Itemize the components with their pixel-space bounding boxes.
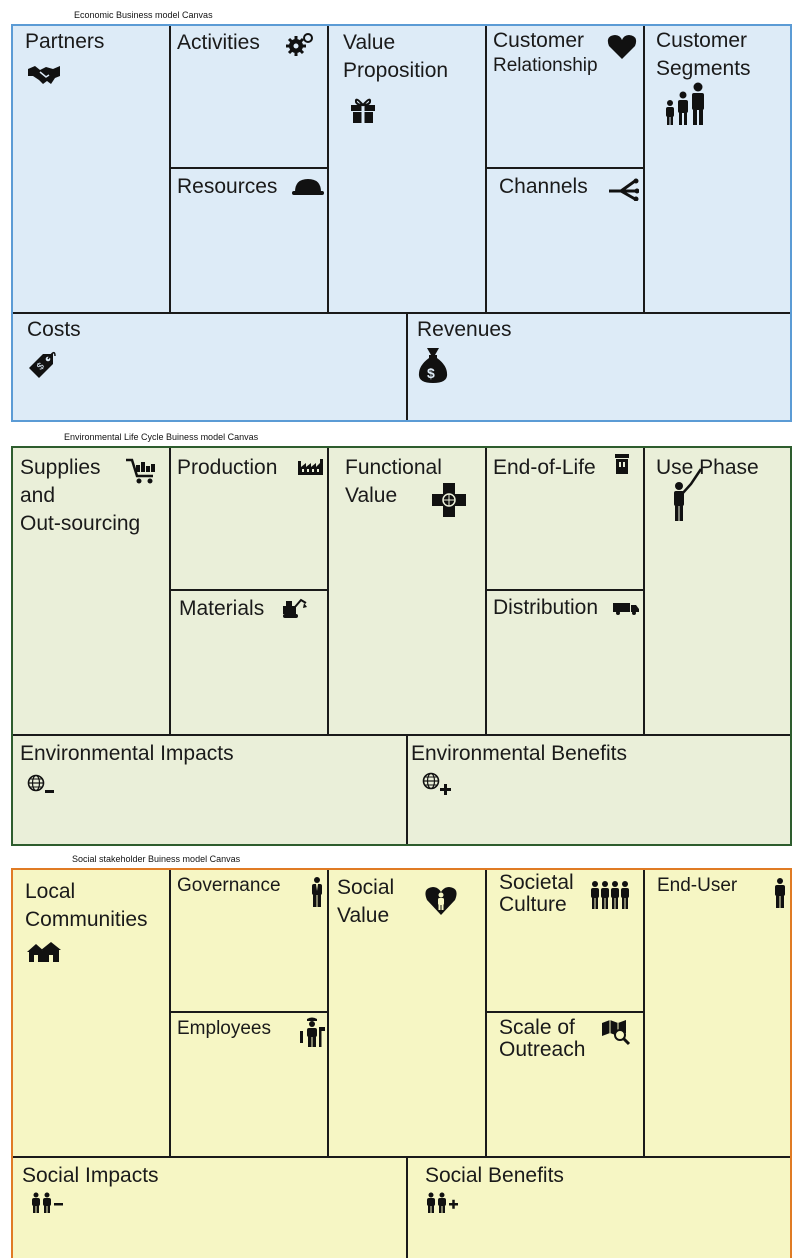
channels-icon — [607, 177, 639, 201]
production-label: Production — [177, 456, 278, 479]
environmental-impacts-label: Environmental Impacts — [20, 742, 234, 765]
handshake-icon — [27, 64, 61, 86]
medical-cross-icon — [431, 482, 467, 518]
channels-block[interactable]: Channels — [487, 169, 645, 312]
societal-culture-block[interactable]: Societal Culture — [487, 870, 645, 1013]
production-block[interactable]: Production — [171, 448, 329, 591]
social-value-label-1: Social — [337, 876, 395, 899]
social-value-label-2: Value — [337, 904, 390, 927]
value-proposition-label-2: Proposition — [343, 59, 449, 82]
customer-segments-block[interactable]: Customer Segments — [645, 26, 790, 312]
value-proposition-label-1: Value — [343, 31, 396, 54]
customer-relationship-label-1: Customer — [493, 29, 585, 52]
environmental-canvas-title: Environmental Life Cycle Buiness model C… — [64, 432, 259, 442]
people-plus-icon — [426, 1192, 470, 1214]
svg-text:$: $ — [427, 365, 435, 381]
employees-label: Employees — [177, 1018, 271, 1039]
social-canvas: Local Communities Governance Employees S… — [11, 868, 792, 1258]
crowd-icon — [589, 880, 633, 910]
social-impacts-block[interactable]: Social Impacts — [13, 1156, 408, 1258]
scale-of-outreach-block[interactable]: Scale of Outreach — [487, 1013, 645, 1156]
economic-canvas-title: Economic Business model Canvas — [74, 10, 213, 20]
price-tag-icon: $ — [27, 350, 57, 380]
end-of-life-block[interactable]: End-of-Life — [487, 448, 645, 591]
local-communities-label-2: Communities — [25, 908, 148, 931]
customer-segments-label-2: Segments — [656, 57, 751, 80]
materials-block[interactable]: Materials — [171, 591, 329, 734]
functional-value-label-1: Functional — [345, 456, 442, 479]
costs-label: Costs — [27, 318, 81, 341]
supplies-outsourcing-block[interactable]: Supplies and Out-sourcing — [13, 448, 171, 734]
materials-label: Materials — [179, 597, 265, 620]
societal-culture-label-1: Societal — [499, 871, 574, 894]
social-benefits-block[interactable]: Social Benefits — [408, 1156, 790, 1258]
globe-plus-icon — [422, 772, 456, 798]
resources-block[interactable]: Resources — [171, 169, 329, 312]
employees-block[interactable]: Employees — [171, 1013, 329, 1156]
scale-of-outreach-label-2: Outreach — [499, 1038, 586, 1061]
use-phase-block[interactable]: Use Phase — [645, 448, 790, 734]
environmental-benefits-label: Environmental Benefits — [411, 742, 627, 765]
supplies-label-2: and — [20, 484, 56, 507]
activities-block[interactable]: Activities — [171, 26, 329, 169]
end-user-label: End-User — [657, 875, 738, 896]
hard-hat-icon — [292, 177, 324, 197]
businessman-icon — [310, 877, 324, 907]
channels-label: Channels — [499, 175, 588, 198]
customer-relationship-label-2: Relationship — [493, 55, 598, 76]
end-of-life-label: End-of-Life — [493, 456, 596, 479]
activities-label: Activities — [177, 31, 260, 54]
gears-icon — [285, 32, 315, 56]
value-proposition-block[interactable]: Value Proposition — [329, 26, 487, 312]
end-user-block[interactable]: End-User — [645, 870, 790, 1156]
money-bag-icon: $ — [417, 346, 449, 384]
distribution-block[interactable]: Distribution — [487, 591, 645, 734]
partners-block[interactable]: Partners — [13, 26, 171, 312]
functional-value-block[interactable]: Functional Value — [329, 448, 487, 734]
functional-value-label-2: Value — [345, 484, 398, 507]
governance-label: Governance — [177, 875, 281, 896]
supplies-label-3: Out-sourcing — [20, 512, 141, 535]
governance-block[interactable]: Governance — [171, 870, 329, 1013]
customer-relationship-block[interactable]: Customer Relationship — [487, 26, 645, 169]
social-canvas-title: Social stakeholder Buiness model Canvas — [72, 854, 241, 864]
person-pointing-icon — [669, 468, 703, 522]
truck-icon — [613, 603, 639, 615]
person-icon — [773, 878, 787, 908]
revenues-block[interactable]: Revenues $ — [408, 312, 790, 420]
worker-icon — [300, 1017, 326, 1047]
heart-icon — [607, 34, 637, 60]
social-value-block[interactable]: Social Value — [329, 870, 487, 1156]
distribution-label: Distribution — [493, 596, 599, 619]
costs-block[interactable]: Costs $ — [13, 312, 408, 420]
globe-minus-icon — [27, 774, 61, 798]
houses-icon — [27, 942, 61, 964]
social-benefits-label: Social Benefits — [425, 1164, 564, 1187]
factory-icon — [298, 459, 324, 475]
supplies-label-1: Supplies — [20, 456, 101, 479]
heart-person-icon — [425, 886, 457, 916]
environmental-impacts-block[interactable]: Environmental Impacts — [13, 734, 408, 844]
excavator-icon — [282, 597, 308, 619]
partners-label: Partners — [25, 30, 105, 53]
economic-canvas: Partners Activities Resources Value Prop… — [11, 24, 792, 422]
trash-bin-icon — [615, 454, 629, 474]
customer-segments-label-1: Customer — [656, 29, 748, 52]
revenues-label: Revenues — [417, 318, 512, 341]
shopping-cart-icon — [125, 458, 159, 486]
gift-icon — [349, 96, 377, 124]
local-communities-label-1: Local — [25, 880, 76, 903]
people-minus-icon — [31, 1192, 71, 1214]
local-communities-block[interactable]: Local Communities — [13, 870, 171, 1156]
social-impacts-label: Social Impacts — [22, 1164, 159, 1187]
environmental-canvas: Supplies and Out-sourcing Production Mat… — [11, 446, 792, 846]
resources-label: Resources — [177, 175, 278, 198]
map-search-icon — [601, 1019, 631, 1047]
family-icon — [663, 82, 709, 126]
scale-of-outreach-label-1: Scale of — [499, 1016, 575, 1039]
environmental-benefits-block[interactable]: Environmental Benefits — [408, 734, 790, 844]
societal-culture-label-2: Culture — [499, 893, 567, 916]
